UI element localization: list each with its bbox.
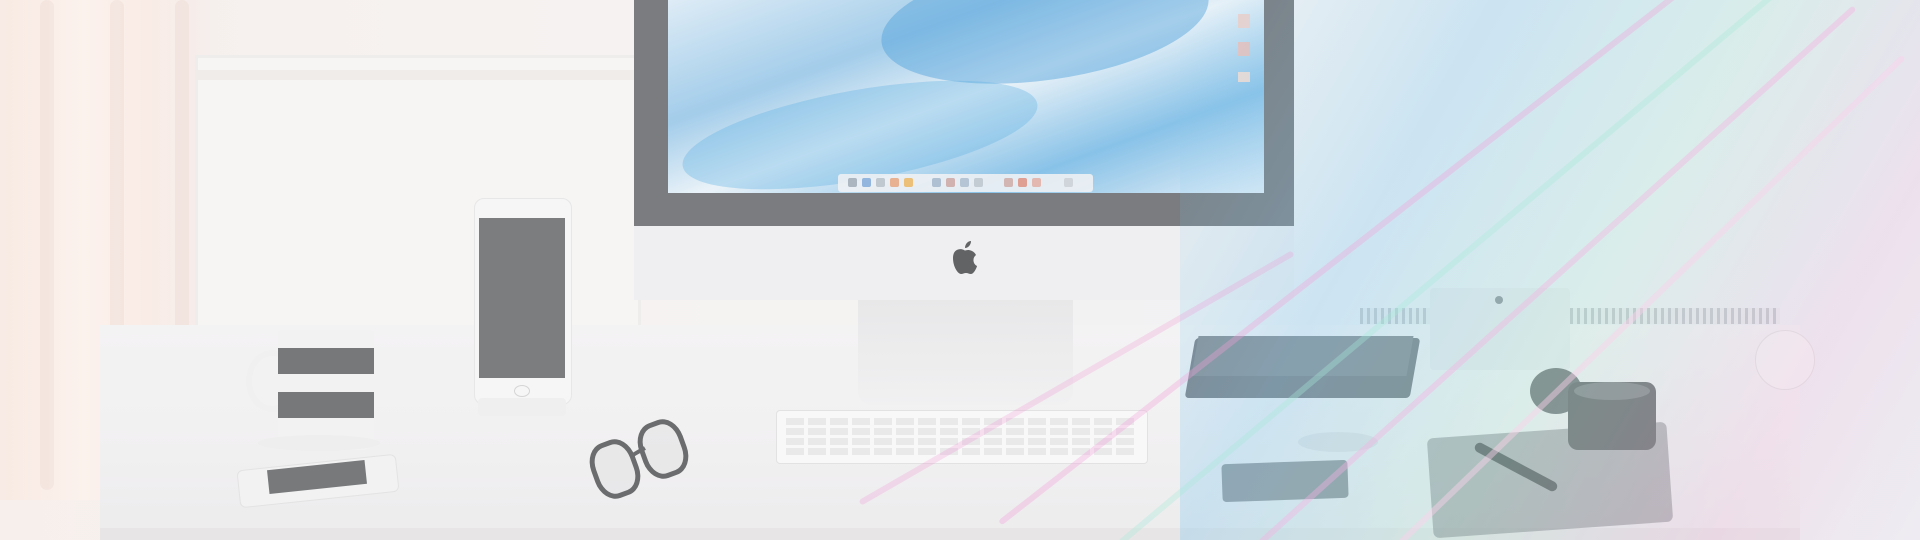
- photo-wash: [0, 0, 1920, 540]
- workspace-photo: [0, 0, 1920, 540]
